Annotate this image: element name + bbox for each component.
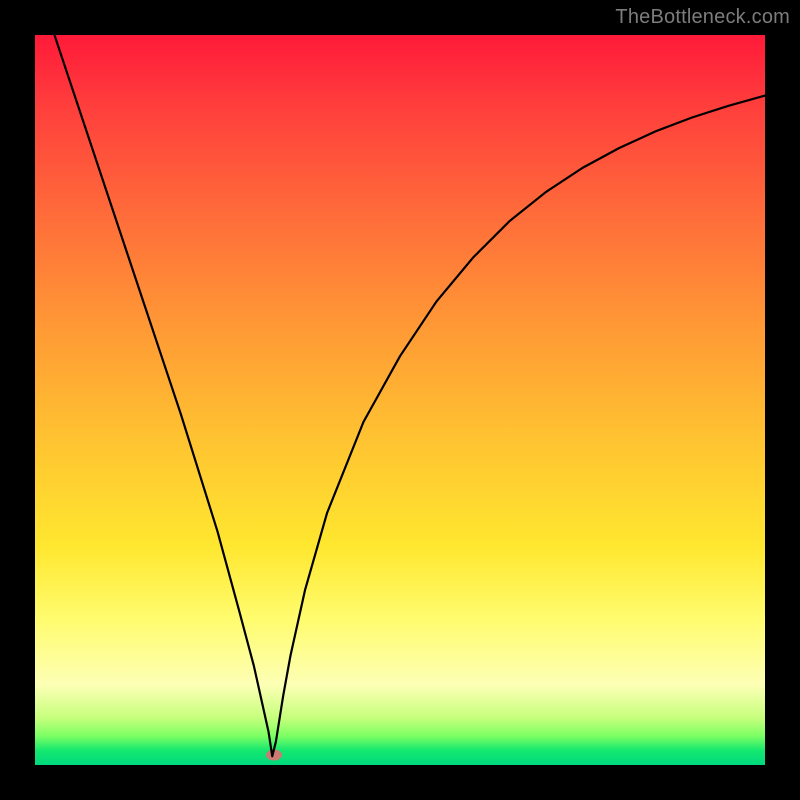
bottleneck-curve: [35, 35, 765, 765]
watermark-text: TheBottleneck.com: [615, 6, 790, 29]
plot-area: [35, 35, 765, 765]
chart-frame: TheBottleneck.com: [0, 0, 800, 800]
